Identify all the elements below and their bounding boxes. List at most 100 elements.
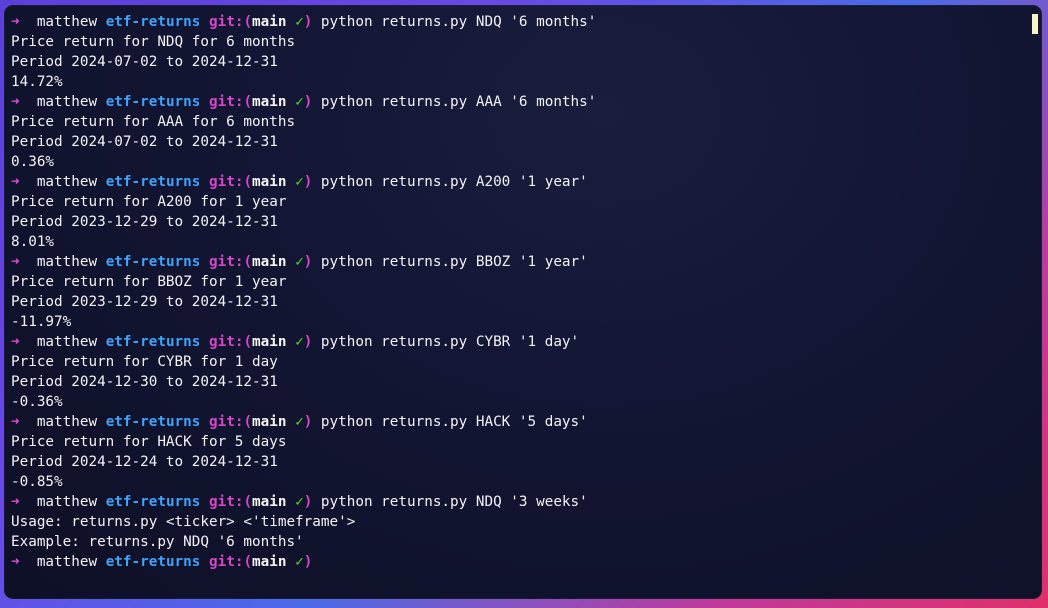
prompt-arrow-icon: ➜ — [11, 174, 20, 190]
prompt-directory: etf-returns — [105, 414, 201, 430]
prompt-directory: etf-returns — [105, 174, 201, 190]
prompt-git-close-paren: ) — [303, 94, 313, 110]
terminal-cursor — [1032, 14, 1038, 34]
prompt-user: matthew — [36, 254, 98, 270]
output-line: 0.36% — [11, 154, 55, 170]
prompt-git-close-paren: ) — [303, 554, 313, 570]
prompt-git-close-paren: ) — [303, 254, 313, 270]
prompt-line[interactable]: ➜ matthew etf-returns git:(main ✓) pytho… — [11, 12, 1031, 32]
desktop-background: ➜ matthew etf-returns git:(main ✓) pytho… — [0, 0, 1048, 608]
prompt-git-label: git: — [209, 334, 244, 350]
output-line: -11.97% — [11, 314, 72, 330]
prompt-git-open-paren: ( — [243, 254, 253, 270]
prompt-user: matthew — [36, 14, 98, 30]
prompt-git-open-paren: ( — [243, 334, 253, 350]
output-line: Price return for BBOZ for 1 year — [11, 274, 287, 290]
prompt-arrow-icon: ➜ — [11, 14, 20, 30]
prompt-branch: main — [252, 174, 287, 190]
prompt-arrow-icon: ➜ — [11, 254, 20, 270]
prompt-git-open-paren: ( — [243, 174, 253, 190]
output-line: Period 2024-07-02 to 2024-12-31 — [11, 54, 278, 70]
prompt-line[interactable]: ➜ matthew etf-returns git:(main ✓) pytho… — [11, 412, 1031, 432]
prompt-git-label: git: — [209, 14, 244, 30]
prompt-branch: main — [252, 254, 287, 270]
prompt-line[interactable]: ➜ matthew etf-returns git:(main ✓) pytho… — [11, 332, 1031, 352]
prompt-git-close-paren: ) — [303, 14, 313, 30]
prompt-user: matthew — [36, 494, 98, 510]
prompt-branch: main — [252, 414, 287, 430]
prompt-git-open-paren: ( — [243, 94, 253, 110]
prompt-branch: main — [252, 14, 287, 30]
output-line: Price return for AAA for 6 months — [11, 114, 296, 130]
prompt-branch: main — [252, 334, 287, 350]
output-line: Period 2024-12-24 to 2024-12-31 — [11, 454, 278, 470]
prompt-line[interactable]: ➜ matthew etf-returns git:(main ✓) pytho… — [11, 492, 1031, 512]
output-line: Period 2024-07-02 to 2024-12-31 — [11, 134, 278, 150]
git-clean-check-icon: ✓ — [295, 94, 304, 110]
prompt-git-close-paren: ) — [303, 414, 313, 430]
command-text[interactable]: python returns.py HACK '5 days' — [321, 414, 588, 430]
prompt-git-close-paren: ) — [303, 174, 313, 190]
prompt-arrow-icon: ➜ — [11, 414, 20, 430]
prompt-user: matthew — [36, 554, 98, 570]
terminal-window[interactable]: ➜ matthew etf-returns git:(main ✓) pytho… — [4, 5, 1042, 599]
git-clean-check-icon: ✓ — [295, 254, 304, 270]
prompt-git-label: git: — [209, 554, 244, 570]
prompt-arrow-icon: ➜ — [11, 334, 20, 350]
command-text[interactable]: python returns.py A200 '1 year' — [321, 174, 588, 190]
prompt-user: matthew — [36, 414, 98, 430]
output-line: 14.72% — [11, 74, 63, 90]
output-line: Period 2023-12-29 to 2024-12-31 — [11, 214, 278, 230]
git-clean-check-icon: ✓ — [295, 554, 304, 570]
prompt-directory: etf-returns — [105, 334, 201, 350]
output-line: Period 2024-12-30 to 2024-12-31 — [11, 374, 278, 390]
output-line: -0.85% — [11, 474, 63, 490]
prompt-line[interactable]: ➜ matthew etf-returns git:(main ✓) pytho… — [11, 92, 1031, 112]
prompt-directory: etf-returns — [105, 14, 201, 30]
prompt-directory: etf-returns — [105, 494, 201, 510]
prompt-arrow-icon: ➜ — [11, 554, 20, 570]
output-line: Price return for CYBR for 1 day — [11, 354, 278, 370]
command-text[interactable]: python returns.py AAA '6 months' — [321, 94, 596, 110]
prompt-git-label: git: — [209, 414, 244, 430]
git-clean-check-icon: ✓ — [295, 414, 304, 430]
prompt-directory: etf-returns — [105, 94, 201, 110]
output-line: Usage: returns.py <ticker> <'timeframe'> — [11, 514, 356, 530]
output-line: Price return for NDQ for 6 months — [11, 34, 296, 50]
output-line: Price return for HACK for 5 days — [11, 434, 287, 450]
prompt-git-close-paren: ) — [303, 494, 313, 510]
prompt-branch: main — [252, 554, 287, 570]
git-clean-check-icon: ✓ — [295, 494, 304, 510]
output-line: Example: returns.py NDQ '6 months' — [11, 534, 304, 550]
prompt-git-open-paren: ( — [243, 14, 253, 30]
prompt-user: matthew — [36, 94, 98, 110]
prompt-git-label: git: — [209, 94, 244, 110]
output-line: Period 2023-12-29 to 2024-12-31 — [11, 294, 278, 310]
prompt-line[interactable]: ➜ matthew etf-returns git:(main ✓) — [11, 552, 1031, 572]
prompt-branch: main — [252, 94, 287, 110]
prompt-line[interactable]: ➜ matthew etf-returns git:(main ✓) pytho… — [11, 172, 1031, 192]
command-text[interactable]: python returns.py CYBR '1 day' — [321, 334, 579, 350]
git-clean-check-icon: ✓ — [295, 14, 304, 30]
prompt-git-label: git: — [209, 174, 244, 190]
prompt-directory: etf-returns — [105, 554, 201, 570]
output-line: -0.36% — [11, 394, 63, 410]
command-text[interactable]: python returns.py NDQ '3 weeks' — [321, 494, 588, 510]
prompt-git-open-paren: ( — [243, 494, 253, 510]
prompt-git-open-paren: ( — [243, 414, 253, 430]
command-text[interactable]: python returns.py BBOZ '1 year' — [321, 254, 588, 270]
prompt-arrow-icon: ➜ — [11, 94, 20, 110]
prompt-user: matthew — [36, 174, 98, 190]
command-text[interactable]: python returns.py NDQ '6 months' — [321, 14, 596, 30]
git-clean-check-icon: ✓ — [295, 174, 304, 190]
prompt-git-label: git: — [209, 254, 244, 270]
prompt-git-close-paren: ) — [303, 334, 313, 350]
prompt-directory: etf-returns — [105, 254, 201, 270]
output-line: 8.01% — [11, 234, 55, 250]
prompt-line[interactable]: ➜ matthew etf-returns git:(main ✓) pytho… — [11, 252, 1031, 272]
prompt-user: matthew — [36, 334, 98, 350]
terminal-output[interactable]: ➜ matthew etf-returns git:(main ✓) pytho… — [11, 12, 1031, 572]
prompt-branch: main — [252, 494, 287, 510]
git-clean-check-icon: ✓ — [295, 334, 304, 350]
prompt-git-label: git: — [209, 494, 244, 510]
